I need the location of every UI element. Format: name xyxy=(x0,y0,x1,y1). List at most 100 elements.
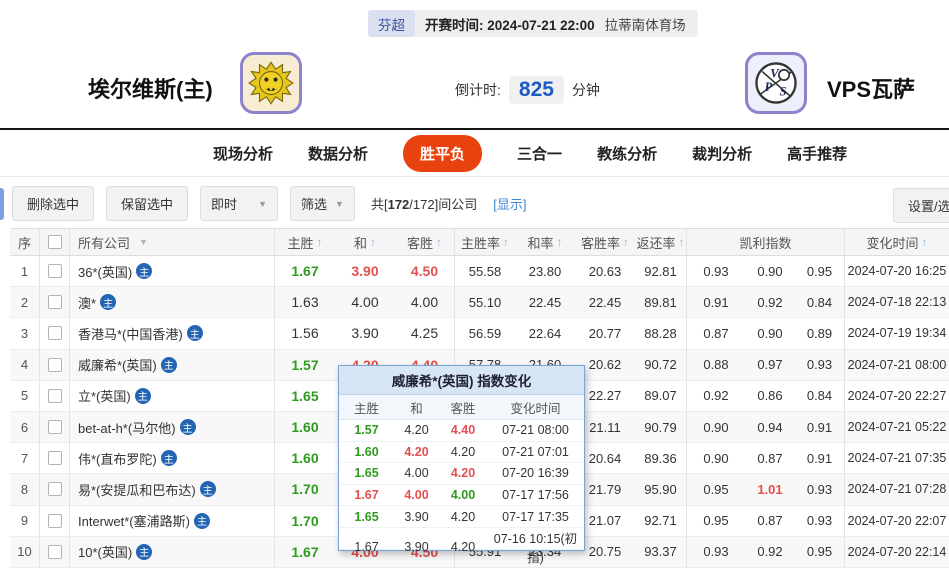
popup-away-odds: 4.20 xyxy=(450,444,476,459)
settings-select-button[interactable]: 设置/选择 xyxy=(893,188,949,223)
filter-select[interactable]: 筛选 ▼ xyxy=(290,186,355,221)
delete-selected-button[interactable]: 删除选中 xyxy=(12,186,95,221)
row-seq: 4 xyxy=(10,349,40,380)
tab-coach-analysis[interactable]: 教练分析 xyxy=(597,143,657,164)
return-rate-cell: 90.72 xyxy=(635,349,687,380)
return-rate-cell: 89.07 xyxy=(635,380,687,411)
tab-referee-analysis[interactable]: 裁判分析 xyxy=(692,143,752,164)
tab-three-in-one[interactable]: 三合一 xyxy=(517,143,562,164)
change-time-cell: 2024-07-21 07:28 xyxy=(847,482,947,497)
sort-asc-icon[interactable]: ↑ xyxy=(679,235,685,249)
company-cell[interactable]: 伟*(直布罗陀) 主 xyxy=(70,443,275,474)
sort-asc-icon[interactable]: ↑ xyxy=(503,235,509,249)
sort-asc-icon[interactable]: ↑ xyxy=(922,235,928,249)
popup-change-time: 07-16 10:15(初指) xyxy=(493,531,578,565)
edge-partial-button[interactable] xyxy=(0,188,4,220)
table-row[interactable]: 3 香港马*(中国香港) 主 1.56 3.90 4.25 56.59 22.64 20.77 8… xyxy=(10,318,949,350)
row-seq: 1 xyxy=(10,256,40,287)
away-team-name: VPS瓦萨 xyxy=(827,77,916,102)
row-checkbox[interactable] xyxy=(47,295,62,310)
popup-body: 1.57 4.20 4.40 07-21 08:00 1.60 4.20 4.20 07-21… xyxy=(339,420,584,565)
chevron-down-icon[interactable]: ▼ xyxy=(139,237,148,247)
popup-header: 主胜 和 客胜 变化时间 xyxy=(339,395,584,420)
company-cell[interactable]: 36*(英国) 主 xyxy=(70,256,275,287)
toolbar: 删除选中 保留选中 即时 ▼ 筛选 ▼ 共[172/172]间公司 [显示] 设置/… xyxy=(0,179,949,228)
away-rate-cell: 20.63 xyxy=(588,263,622,279)
row-checkbox-cell xyxy=(40,505,70,536)
tab-live-analysis[interactable]: 现场分析 xyxy=(213,143,273,164)
row-checkbox[interactable] xyxy=(47,326,62,341)
company-cell[interactable]: 威廉希*(英国) 主 xyxy=(70,349,275,380)
company-name: 伟*(直布罗陀) xyxy=(78,451,157,467)
company-cell[interactable]: 易*(安提瓜和巴布达) 主 xyxy=(70,474,275,505)
home-odds-cell: 1.67 xyxy=(291,263,319,280)
sort-asc-icon[interactable]: ↑ xyxy=(557,235,563,249)
company-cell[interactable]: bet-at-h*(马尔他) 主 xyxy=(70,411,275,443)
tab-expert-picks[interactable]: 高手推荐 xyxy=(787,143,847,164)
row-checkbox[interactable] xyxy=(47,513,62,528)
row-checkbox-cell xyxy=(40,443,70,474)
venue-label: 拉蒂南体育场 xyxy=(604,17,686,33)
sort-asc-icon[interactable]: ↑ xyxy=(317,235,323,249)
odds-history-popup: 威廉希*(英国) 指数变化 主胜 和 客胜 变化时间 1.57 4.20 4.40 07-2… xyxy=(338,365,585,565)
home-odds-cell: 1.70 xyxy=(291,512,319,529)
company-cell[interactable]: 澳* 主 xyxy=(70,287,275,318)
time-mode-select[interactable]: 即时 ▼ xyxy=(200,186,279,221)
company-cell[interactable]: 香港马*(中国香港) 主 xyxy=(70,318,275,349)
row-checkbox[interactable] xyxy=(47,451,62,466)
company-cell[interactable]: 10*(英国) 主 xyxy=(70,536,275,567)
header-home-rate-label: 主胜率 xyxy=(460,235,500,251)
popup-change-time: 07-20 16:39 xyxy=(502,466,569,481)
popup-row: 1.65 3.90 4.20 07-17 17:35 xyxy=(339,506,584,528)
header-seq: 序 xyxy=(10,229,40,255)
table-row[interactable]: 2 澳* 主 1.63 4.00 4.00 55.10 22.45 22.45 89.81 0.91… xyxy=(10,287,949,319)
change-time-cell: 2024-07-20 22:27 xyxy=(847,388,947,403)
header-company-label: 所有公司 xyxy=(78,235,131,251)
table-row[interactable]: 1 36*(英国) 主 1.67 3.90 4.50 55.58 23.80 20.63 92.8… xyxy=(10,256,949,288)
header-change-time[interactable]: 变化时间 ↑ xyxy=(845,229,949,255)
header-home-odds[interactable]: 主胜 ↑ xyxy=(275,229,335,255)
keep-selected-button[interactable]: 保留选中 xyxy=(106,186,189,221)
home-odds-cell: 1.60 xyxy=(291,419,319,436)
popup-away-odds: 4.20 xyxy=(450,466,476,481)
row-checkbox[interactable] xyxy=(47,544,62,559)
home-odds-cell: 1.60 xyxy=(291,450,319,467)
home-rate-cell: 55.10 xyxy=(468,294,502,310)
popup-header-cell: 和 xyxy=(410,401,423,416)
row-checkbox[interactable] xyxy=(47,420,62,435)
home-odds-cell: 1.67 xyxy=(291,543,319,560)
popup-header-cell: 变化时间 xyxy=(510,401,561,416)
company-badge-icon: 主 xyxy=(193,512,210,529)
company-cell[interactable]: 立*(英国) 主 xyxy=(70,380,275,411)
company-cell[interactable]: Interwet*(塞浦路斯) 主 xyxy=(70,505,275,536)
tab-win-draw-lose[interactable]: 胜平负 xyxy=(403,134,483,172)
kelly-cell: 0.93 xyxy=(795,505,845,536)
row-checkbox[interactable] xyxy=(47,388,62,403)
header-return-rate[interactable]: 返还率 ↑ xyxy=(635,229,687,255)
odds-table-header: 序 所有公司 ▼ 主胜 ↑ 和 ↑ 客胜 ↑ 主胜率 ↑ 和率 ↑ 客胜率 ↑ 返还率 ↑ 凯利… xyxy=(10,228,949,256)
tab-data-analysis[interactable]: 数据分析 xyxy=(308,143,368,164)
kelly-cell: 0.93 xyxy=(703,263,729,279)
header-company[interactable]: 所有公司 ▼ xyxy=(70,229,275,255)
company-name: 澳* xyxy=(78,295,97,311)
league-tag[interactable]: 芬超 xyxy=(368,10,415,37)
header-away-odds[interactable]: 客胜 ↑ xyxy=(395,229,455,255)
sort-asc-icon[interactable]: ↑ xyxy=(370,235,376,249)
kelly-cell: 0.93 xyxy=(795,474,845,505)
row-checkbox[interactable] xyxy=(47,357,62,372)
header-draw-odds[interactable]: 和 ↑ xyxy=(335,229,395,255)
sort-asc-icon[interactable]: ↑ xyxy=(436,235,442,249)
header-draw-rate[interactable]: 和率 ↑ xyxy=(515,229,575,255)
header-away-rate[interactable]: 客胜率 ↑ xyxy=(575,229,635,255)
show-link[interactable]: [显示] xyxy=(493,194,526,213)
vps-crest-icon: V P S xyxy=(755,62,797,104)
kelly-cell: 0.87 xyxy=(757,450,783,466)
row-checkbox[interactable] xyxy=(47,264,62,279)
row-checkbox[interactable] xyxy=(47,482,62,497)
home-rate-cell: 55.58 xyxy=(468,263,502,279)
company-badge-icon: 主 xyxy=(136,263,153,280)
header-home-rate[interactable]: 主胜率 ↑ xyxy=(455,229,515,255)
sort-asc-icon[interactable]: ↑ xyxy=(623,235,629,249)
select-all-checkbox[interactable] xyxy=(47,235,62,249)
draw-odds-cell: 3.90 xyxy=(351,263,379,280)
